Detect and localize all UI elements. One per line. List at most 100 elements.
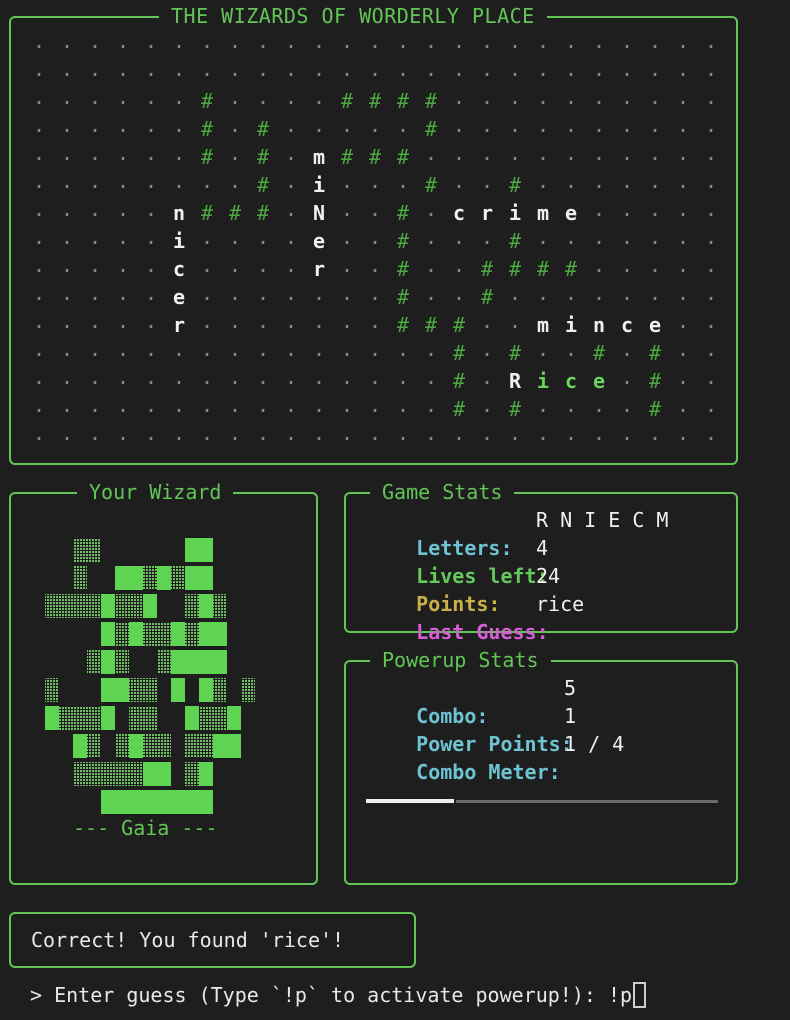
wizard-pixel: [143, 790, 157, 814]
wizard-pixel: [115, 594, 129, 618]
wizard-pixel: [101, 678, 115, 702]
grid-dot: .: [341, 169, 353, 193]
wizard-pixel: [185, 762, 199, 786]
wizard-pixel: [45, 706, 59, 730]
grid-blocked-cell: #: [201, 89, 213, 113]
grid-dot: .: [201, 393, 213, 417]
grid-dot: .: [397, 57, 409, 81]
grid-dot: .: [285, 113, 297, 137]
grid-dot: .: [509, 29, 521, 53]
grid-blocked-cell: #: [397, 257, 409, 281]
grid-dot: .: [229, 421, 241, 445]
combo-meter-row: Combo Meter: 1 / 4: [368, 730, 728, 842]
grid-dot: .: [61, 169, 73, 193]
grid-dot: .: [593, 393, 605, 417]
grid-dot: .: [33, 141, 45, 165]
grid-dot: .: [397, 365, 409, 389]
grid-dot: .: [201, 225, 213, 249]
wizard-pixel: [143, 706, 157, 730]
wizard-pixel: [87, 734, 101, 758]
grid-dot: .: [649, 421, 661, 445]
grid-dot: .: [201, 169, 213, 193]
grid-dot: .: [117, 337, 129, 361]
grid-letter: i: [173, 229, 185, 253]
wizard-pixel: [185, 706, 199, 730]
grid-dot: .: [369, 421, 381, 445]
wizard-pixel: [143, 566, 157, 590]
grid-dot: .: [173, 169, 185, 193]
grid-dot: .: [649, 141, 661, 165]
grid-dot: .: [425, 57, 437, 81]
grid-dot: .: [341, 225, 353, 249]
grid-dot: .: [89, 309, 101, 333]
grid-dot: .: [677, 29, 689, 53]
grid-dot: .: [705, 113, 717, 137]
grid-dot: .: [145, 365, 157, 389]
grid-dot: .: [341, 113, 353, 137]
grid-letter: c: [621, 313, 633, 337]
grid-dot: .: [397, 169, 409, 193]
grid-dot: .: [537, 113, 549, 137]
wizard-pixel: [115, 622, 129, 646]
wizard-pixel: [101, 650, 115, 674]
wizard-panel-title: Your Wizard: [77, 480, 234, 504]
wizard-pixel: [213, 594, 227, 618]
grid-dot: .: [537, 85, 549, 109]
grid-dot: .: [33, 393, 45, 417]
grid-dot: .: [229, 141, 241, 165]
grid-dot: .: [61, 253, 73, 277]
wizard-pixel: [129, 762, 143, 786]
grid-dot: .: [33, 169, 45, 193]
grid-dot: .: [341, 197, 353, 221]
wizard-pixel: [143, 622, 157, 646]
grid-dot: .: [677, 57, 689, 81]
wizard-pixel: [101, 762, 115, 786]
grid-dot: .: [565, 393, 577, 417]
wizard-pixel: [87, 706, 101, 730]
grid-dot: .: [313, 57, 325, 81]
grid-letter: r: [313, 257, 325, 281]
wizard-pixel: [129, 594, 143, 618]
grid-dot: .: [565, 421, 577, 445]
combo-meter-track: [456, 800, 718, 803]
grid-letter: e: [565, 201, 577, 225]
grid-dot: .: [677, 393, 689, 417]
grid-dot: .: [285, 337, 297, 361]
grid-dot: .: [89, 85, 101, 109]
grid-dot: .: [453, 281, 465, 305]
grid-dot: .: [257, 85, 269, 109]
grid-dot: .: [61, 393, 73, 417]
grid-dot: .: [705, 57, 717, 81]
grid-dot: .: [677, 337, 689, 361]
guess-input[interactable]: !p: [608, 983, 632, 1007]
grid-dot: .: [33, 365, 45, 389]
grid-letter: R: [509, 369, 522, 393]
grid-blocked-cell: #: [257, 145, 269, 169]
grid-dot: .: [369, 365, 381, 389]
grid-dot: .: [705, 85, 717, 109]
grid-dot: .: [481, 29, 493, 53]
grid-dot: .: [481, 85, 493, 109]
grid-dot: .: [649, 281, 661, 305]
grid-dot: .: [145, 29, 157, 53]
grid-dot: .: [677, 281, 689, 305]
grid-dot: .: [677, 253, 689, 277]
grid-dot: .: [705, 393, 717, 417]
grid-dot: .: [201, 365, 213, 389]
grid-blocked-cell: #: [369, 89, 381, 113]
wizard-pixel: [213, 650, 227, 674]
grid-dot: .: [593, 197, 605, 221]
wizard-pixel: [143, 762, 157, 786]
grid-letter: e: [313, 229, 325, 253]
prompt-label: > Enter guess (Type `!p` to activate pow…: [30, 983, 608, 1007]
wizard-pixel: [227, 734, 241, 758]
guess-prompt[interactable]: > Enter guess (Type `!p` to activate pow…: [30, 981, 647, 1009]
grid-dot: .: [705, 225, 717, 249]
grid-dot: .: [537, 29, 549, 53]
grid-dot: .: [453, 421, 465, 445]
grid-dot: .: [173, 421, 185, 445]
grid-dot: .: [453, 225, 465, 249]
grid-dot: .: [257, 365, 269, 389]
grid-dot: .: [61, 365, 73, 389]
grid-dot: .: [229, 365, 241, 389]
